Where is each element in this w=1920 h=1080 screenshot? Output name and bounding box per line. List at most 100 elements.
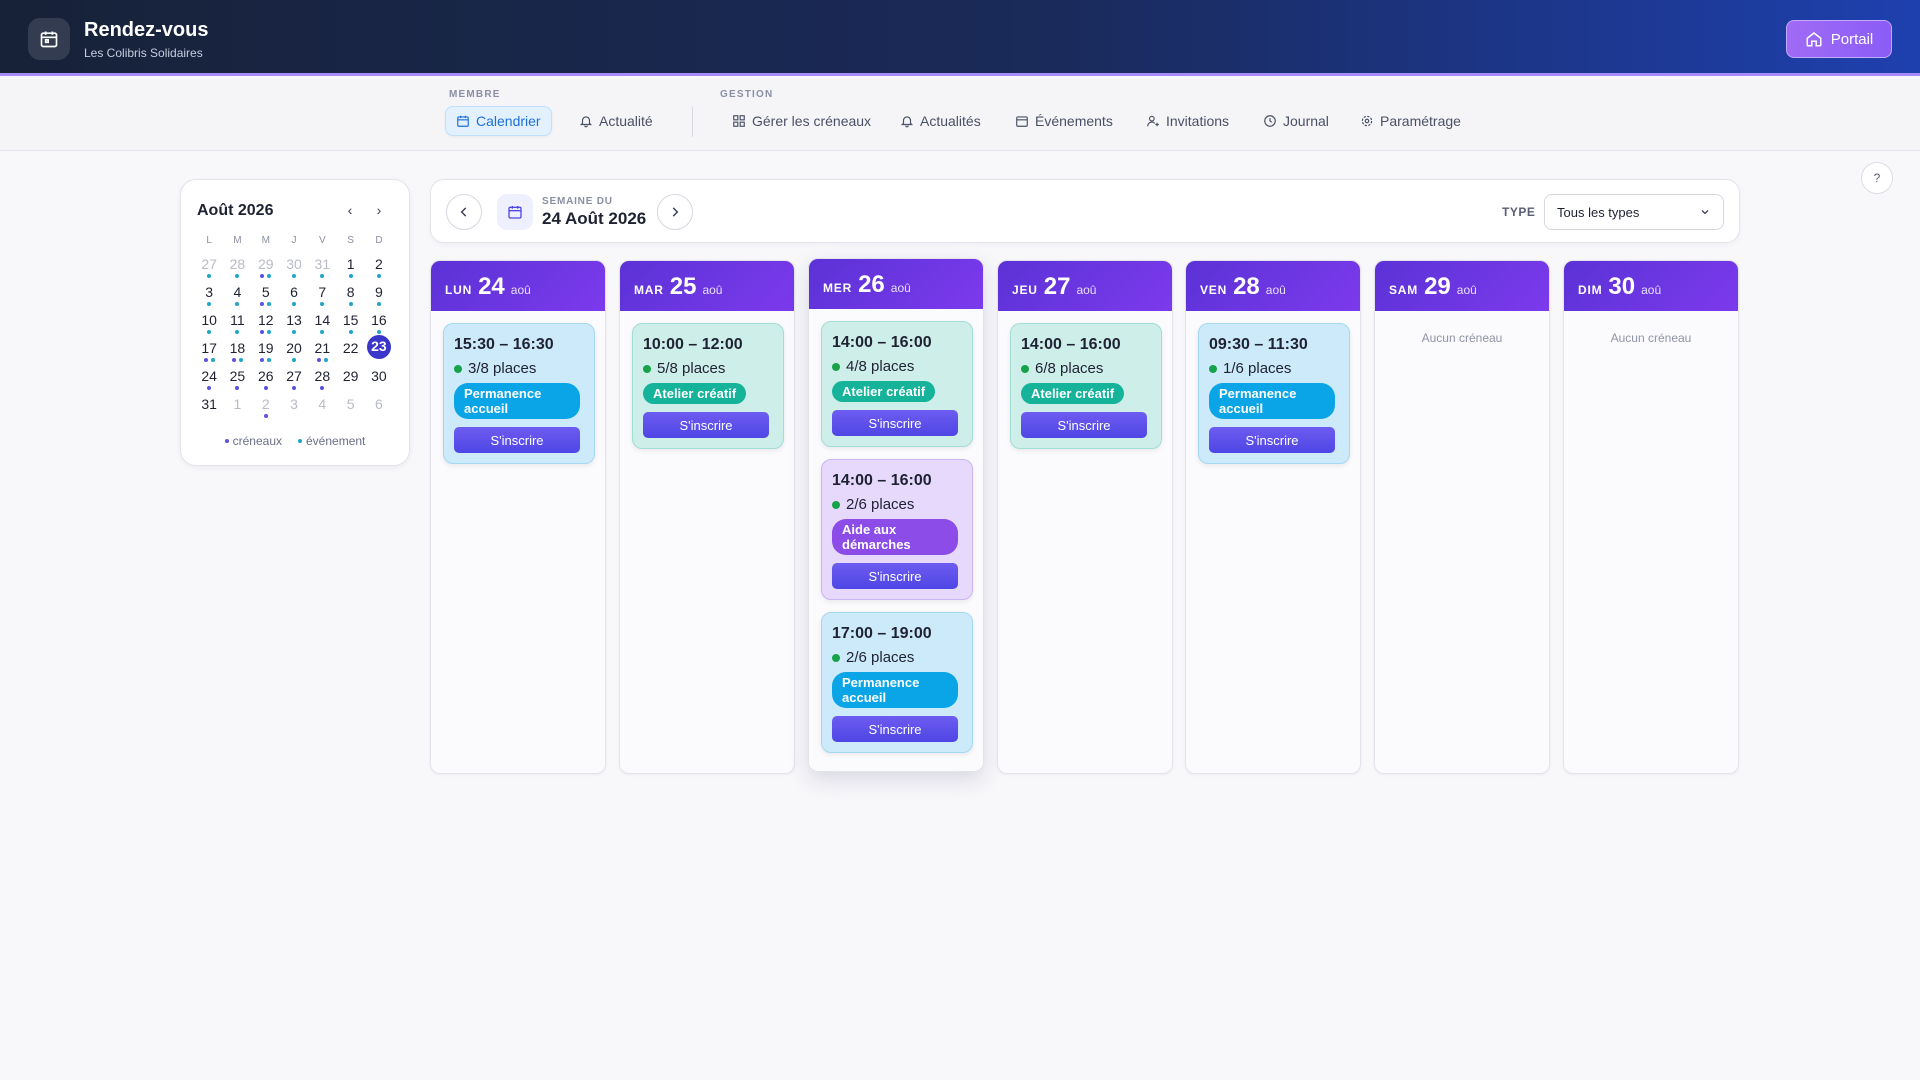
- slot-places: 2/6 places: [832, 649, 962, 666]
- day-cell[interactable]: 17: [195, 335, 223, 363]
- day-cell[interactable]: 9: [365, 279, 393, 307]
- register-button[interactable]: S'inscrire: [832, 410, 958, 436]
- day-cell[interactable]: 5: [336, 391, 364, 419]
- day-cell[interactable]: 21: [308, 335, 336, 363]
- day-cell[interactable]: 31: [195, 391, 223, 419]
- day-markers: [223, 274, 251, 278]
- slot-card: 10:00 – 12:00 5/8 places Atelier créatif S'…: [632, 323, 784, 449]
- day-number: 24: [478, 273, 505, 300]
- nav-item-invitations[interactable]: Invitations: [1136, 106, 1239, 136]
- day-number: 4: [318, 396, 327, 412]
- nav-item-evenements[interactable]: Événements: [1005, 106, 1123, 136]
- day-header: JEU 27 aoû: [998, 261, 1172, 311]
- nav-item-gerer-creneaux[interactable]: Gérer les créneaux: [722, 106, 881, 136]
- register-button[interactable]: S'inscrire: [454, 427, 580, 453]
- day-cell[interactable]: 27: [280, 363, 308, 391]
- previous-week-button[interactable]: [446, 194, 482, 230]
- day-cell[interactable]: 14: [308, 307, 336, 335]
- day-cell[interactable]: 13: [280, 307, 308, 335]
- evenement-dot-icon: [292, 358, 297, 362]
- day-cell[interactable]: 27: [195, 251, 223, 279]
- day-month: aoû: [702, 283, 723, 297]
- day-cell[interactable]: 4: [223, 279, 251, 307]
- day-cell[interactable]: 1: [223, 391, 251, 419]
- register-button[interactable]: S'inscrire: [832, 563, 958, 589]
- day-cell[interactable]: 19: [252, 335, 280, 363]
- next-month-button[interactable]: ›: [369, 200, 389, 220]
- day-cell[interactable]: 10: [195, 307, 223, 335]
- slot-places: 5/8 places: [643, 360, 773, 377]
- previous-month-button[interactable]: ‹: [340, 200, 360, 220]
- gear-icon: [1361, 115, 1373, 127]
- day-cell[interactable]: 31: [308, 251, 336, 279]
- day-cell[interactable]: 22: [336, 335, 364, 363]
- day-cell[interactable]: 28: [223, 251, 251, 279]
- day-cell[interactable]: 6: [365, 391, 393, 419]
- day-number: 27: [1043, 273, 1071, 300]
- day-cell[interactable]: 3: [195, 279, 223, 307]
- day-markers: [336, 274, 364, 278]
- user-plus-icon: [1147, 115, 1159, 127]
- help-button[interactable]: ?: [1861, 162, 1893, 194]
- type-filter-select[interactable]: Tous les types: [1544, 194, 1724, 230]
- day-cell[interactable]: 11: [223, 307, 251, 335]
- day-markers: [280, 330, 308, 334]
- day-cell[interactable]: 6: [280, 279, 308, 307]
- evenement-dot-icon: [348, 302, 353, 306]
- nav-item-journal[interactable]: Journal: [1253, 106, 1339, 136]
- evenement-dot-icon: [267, 302, 272, 306]
- register-button[interactable]: S'inscrire: [832, 716, 958, 742]
- day-cell[interactable]: 1: [336, 251, 364, 279]
- places-count: 6/8 places: [1035, 360, 1104, 377]
- register-button[interactable]: S'inscrire: [643, 412, 769, 438]
- day-cell[interactable]: 12: [252, 307, 280, 335]
- day-month: aoû: [1265, 283, 1286, 297]
- day-cell[interactable]: 26: [252, 363, 280, 391]
- day-cell[interactable]: 20: [280, 335, 308, 363]
- slot-type-badge: Permanence accueil: [454, 383, 580, 419]
- nav-item-calendrier[interactable]: Calendrier: [445, 106, 552, 136]
- next-week-button[interactable]: [657, 194, 693, 230]
- day-cell[interactable]: 7: [308, 279, 336, 307]
- slot-card: 15:30 – 16:30 3/8 places Permanence accuei…: [443, 323, 595, 464]
- day-cell[interactable]: 16: [365, 307, 393, 335]
- day-cell[interactable]: 3: [280, 391, 308, 419]
- day-cell[interactable]: 24: [195, 363, 223, 391]
- day-cell[interactable]: 30: [365, 363, 393, 391]
- day-cell[interactable]: 28: [308, 363, 336, 391]
- day-cell[interactable]: 29: [336, 363, 364, 391]
- weekday-header: M: [233, 235, 242, 246]
- day-cell[interactable]: 29: [252, 251, 280, 279]
- day-cell[interactable]: 23: [365, 335, 393, 363]
- day-cell[interactable]: 15: [336, 307, 364, 335]
- day-cell[interactable]: 2: [252, 391, 280, 419]
- type-filter-label: TYPE: [1502, 205, 1536, 219]
- day-cell[interactable]: 5: [252, 279, 280, 307]
- day-month: aoû: [1641, 283, 1662, 297]
- day-cell[interactable]: 18: [223, 335, 251, 363]
- creneau-dot-icon: [260, 302, 265, 306]
- slot-time: 17:00 – 19:00: [832, 625, 932, 642]
- nav-label: Calendrier: [476, 113, 541, 129]
- day-cell[interactable]: 8: [336, 279, 364, 307]
- portal-button[interactable]: Portail: [1786, 20, 1892, 58]
- nav-item-parametrage[interactable]: Paramétrage: [1350, 106, 1471, 136]
- day-number: 3: [290, 396, 298, 412]
- slot-type-badge: Atelier créatif: [643, 383, 747, 404]
- availability-dot-icon: [832, 653, 840, 662]
- day-cell[interactable]: 2: [365, 251, 393, 279]
- slot-type-badge: Permanence accueil: [1209, 383, 1335, 419]
- nav-item-actualite[interactable]: Actualité: [569, 106, 663, 136]
- empty-day-label: Aucun créneau: [1421, 331, 1503, 345]
- day-cell[interactable]: 30: [280, 251, 308, 279]
- creneau-dot-icon: [260, 358, 265, 362]
- day-cell[interactable]: 25: [223, 363, 251, 391]
- day-cell[interactable]: 4: [308, 391, 336, 419]
- weekday-header: M: [261, 235, 270, 246]
- week-date: 24 Août 2026: [542, 209, 647, 228]
- nav-item-actualites[interactable]: Actualités: [890, 106, 991, 136]
- weekday-header: J: [291, 235, 297, 246]
- register-button[interactable]: S'inscrire: [1209, 427, 1335, 453]
- day-markers: [195, 302, 223, 306]
- register-button[interactable]: S'inscrire: [1021, 412, 1147, 438]
